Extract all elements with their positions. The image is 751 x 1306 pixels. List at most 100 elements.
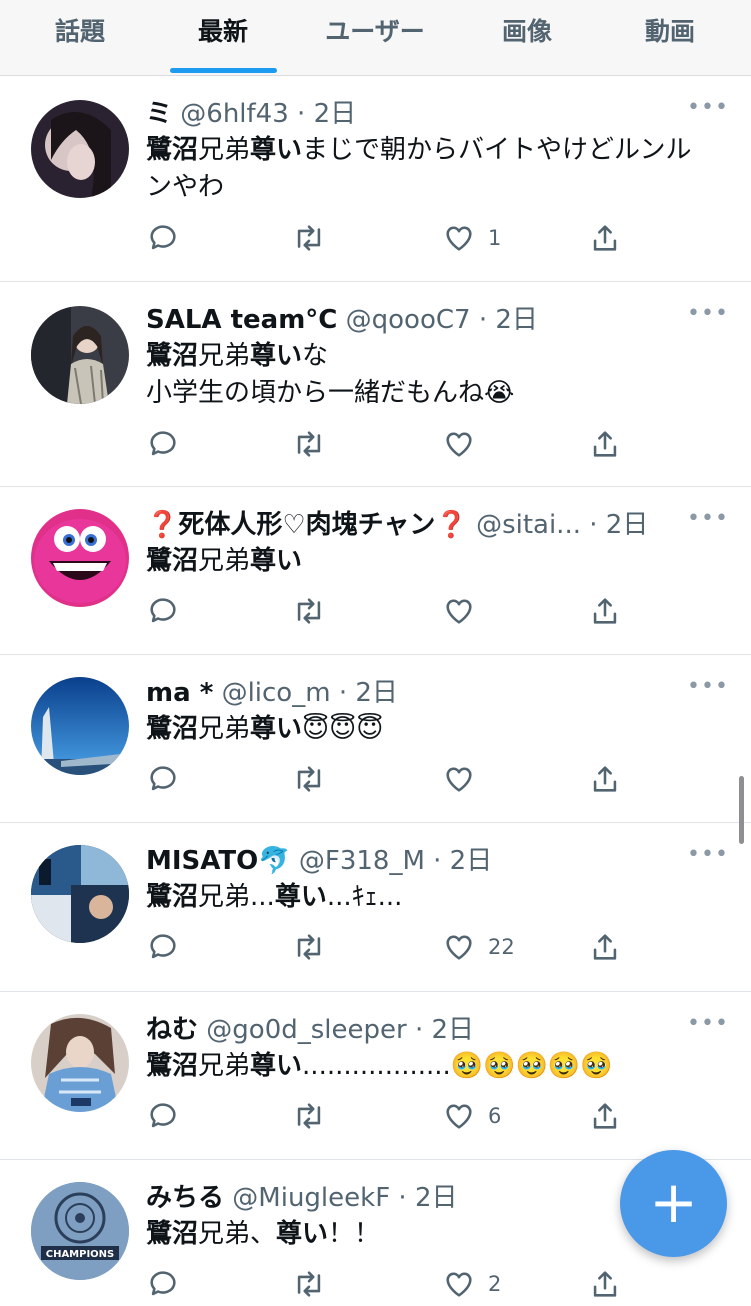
- bold-keyword: 尊い: [274, 882, 327, 912]
- share-icon: [593, 598, 617, 624]
- retweet-button[interactable]: [292, 426, 326, 462]
- retweet-button[interactable]: [292, 1266, 326, 1302]
- reply-button[interactable]: [146, 929, 180, 965]
- bold-keyword: 鷺沼: [146, 341, 199, 371]
- tweet-header: ミ @6hlf43 · 2日: [146, 96, 681, 132]
- reply-button[interactable]: [146, 1098, 180, 1134]
- tweet-header: SALA team°C @qoooC7 · 2日: [146, 302, 681, 338]
- reply-button[interactable]: [146, 761, 180, 797]
- text-segment: 兄弟、: [198, 1219, 277, 1249]
- tweet-item[interactable]: ねむ @go0d_sleeper · 2日 ••• 鷺沼兄弟尊い........…: [0, 992, 751, 1160]
- like-count: 22: [488, 935, 515, 959]
- like-count: 6: [488, 1104, 502, 1128]
- reply-icon: [150, 598, 176, 623]
- display-name[interactable]: みちる: [146, 1183, 224, 1213]
- heart-icon: [446, 935, 472, 960]
- more-options-icon[interactable]: •••: [687, 97, 728, 119]
- display-name[interactable]: ❓死体人形♡肉塊チャン❓: [146, 510, 468, 540]
- user-handle[interactable]: @6hlf43: [180, 99, 288, 129]
- share-button[interactable]: [588, 1098, 622, 1134]
- more-options-icon[interactable]: •••: [687, 676, 728, 698]
- tab-latest[interactable]: 最新: [173, 0, 273, 70]
- share-icon: [593, 934, 617, 960]
- separator-dot: ·: [589, 510, 598, 540]
- like-button[interactable]: 2: [442, 1266, 501, 1302]
- avatar[interactable]: [31, 845, 129, 943]
- retweet-button[interactable]: [292, 1098, 326, 1134]
- separator-dot: ·: [338, 678, 348, 708]
- tab-bar: 話題 最新 ユーザー 画像 動画: [0, 0, 751, 76]
- tweet-item[interactable]: ma * @lico_m · 2日 ••• 鷺沼兄弟尊い😇😇😇: [0, 655, 751, 823]
- tweet-item[interactable]: ミ @6hlf43 · 2日 ••• 鷺沼兄弟尊いまじで朝からバイトやけどルンル…: [0, 76, 751, 282]
- more-options-icon[interactable]: •••: [687, 508, 728, 530]
- user-handle[interactable]: @F318_M: [299, 846, 425, 876]
- like-button[interactable]: 1: [442, 220, 501, 256]
- share-button[interactable]: [588, 593, 622, 629]
- user-handle[interactable]: @go0d_sleeper: [206, 1015, 406, 1045]
- avatar[interactable]: CHAMPIONS: [31, 1182, 129, 1280]
- tab-users[interactable]: ユーザー: [310, 0, 440, 70]
- user-handle[interactable]: @MiugleekF: [232, 1183, 390, 1213]
- bold-keyword: 尊い: [276, 1219, 329, 1249]
- tweet-header: みちる @MiugleekF · 2日: [146, 1180, 681, 1216]
- share-button[interactable]: [588, 1266, 622, 1302]
- avatar[interactable]: [31, 677, 129, 775]
- text-segment: 兄弟: [198, 546, 251, 576]
- retweet-button[interactable]: [292, 761, 326, 797]
- user-handle[interactable]: @sitai...: [476, 510, 581, 540]
- display-name[interactable]: SALA team°C: [146, 305, 337, 335]
- tweet-actions: 6: [146, 1098, 646, 1138]
- like-button[interactable]: 22: [442, 929, 515, 965]
- tab-videos[interactable]: 動画: [620, 0, 720, 70]
- reply-icon: [150, 225, 176, 250]
- avatar[interactable]: [31, 100, 129, 198]
- retweet-icon: [297, 1271, 321, 1297]
- tweet-actions: [146, 761, 646, 801]
- reply-button[interactable]: [146, 593, 180, 629]
- share-button[interactable]: [588, 220, 622, 256]
- reply-button[interactable]: [146, 220, 180, 256]
- timestamp: 2日: [449, 846, 493, 876]
- tab-trending[interactable]: 話題: [30, 0, 130, 70]
- tweet-text: 鷺沼兄弟尊い😇😇😇: [146, 711, 721, 748]
- text-segment: 兄弟: [198, 135, 251, 165]
- like-button[interactable]: [442, 426, 488, 462]
- avatar[interactable]: [31, 1014, 129, 1112]
- share-button[interactable]: [588, 426, 622, 462]
- more-options-icon[interactable]: •••: [687, 844, 728, 866]
- display-name[interactable]: ねむ: [146, 1015, 198, 1045]
- reply-button[interactable]: [146, 1266, 180, 1302]
- retweet-button[interactable]: [292, 593, 326, 629]
- share-button[interactable]: [588, 761, 622, 797]
- more-options-icon[interactable]: •••: [687, 1013, 728, 1035]
- compose-tweet-button[interactable]: +: [620, 1150, 727, 1257]
- display-name[interactable]: ma *: [146, 678, 213, 708]
- avatar[interactable]: [31, 306, 129, 404]
- heart-icon: [446, 1104, 472, 1129]
- like-button[interactable]: [442, 761, 488, 797]
- heart-icon: [446, 767, 472, 792]
- display-name[interactable]: ミ: [146, 99, 172, 129]
- tab-images[interactable]: 画像: [477, 0, 577, 70]
- more-options-icon[interactable]: •••: [687, 303, 728, 325]
- user-handle[interactable]: @qoooC7: [346, 305, 471, 335]
- share-button[interactable]: [588, 929, 622, 965]
- retweet-button[interactable]: [292, 220, 326, 256]
- retweet-button[interactable]: [292, 929, 326, 965]
- reply-icon: [150, 934, 176, 959]
- like-button[interactable]: 6: [442, 1098, 501, 1134]
- text-segment: 😇😇😇: [302, 714, 384, 744]
- tweet-item[interactable]: ❓死体人形♡肉塊チャン❓ @sitai... · 2日 ••• 鷺沼兄弟尊い: [0, 487, 751, 655]
- scrollbar[interactable]: [739, 776, 744, 844]
- tweet-item[interactable]: MISATO🐬 @F318_M · 2日 ••• 鷺沼兄弟...尊い...ｷｪ.…: [0, 823, 751, 992]
- tweet-item[interactable]: SALA team°C @qoooC7 · 2日 ••• 鷺沼兄弟尊いな 小学生の…: [0, 282, 751, 487]
- display-name[interactable]: MISATO🐬: [146, 846, 291, 876]
- user-handle[interactable]: @lico_m: [222, 678, 331, 708]
- avatar[interactable]: [31, 509, 129, 607]
- reply-button[interactable]: [146, 426, 180, 462]
- like-count: 2: [488, 1272, 502, 1296]
- like-button[interactable]: [442, 593, 488, 629]
- text-segment: ..................🥹🥹🥹🥹🥹: [302, 1051, 613, 1081]
- tweet-text: 鷺沼兄弟尊いな 小学生の頃から一緒だもんね😭: [146, 338, 721, 412]
- separator-dot: ·: [433, 846, 442, 876]
